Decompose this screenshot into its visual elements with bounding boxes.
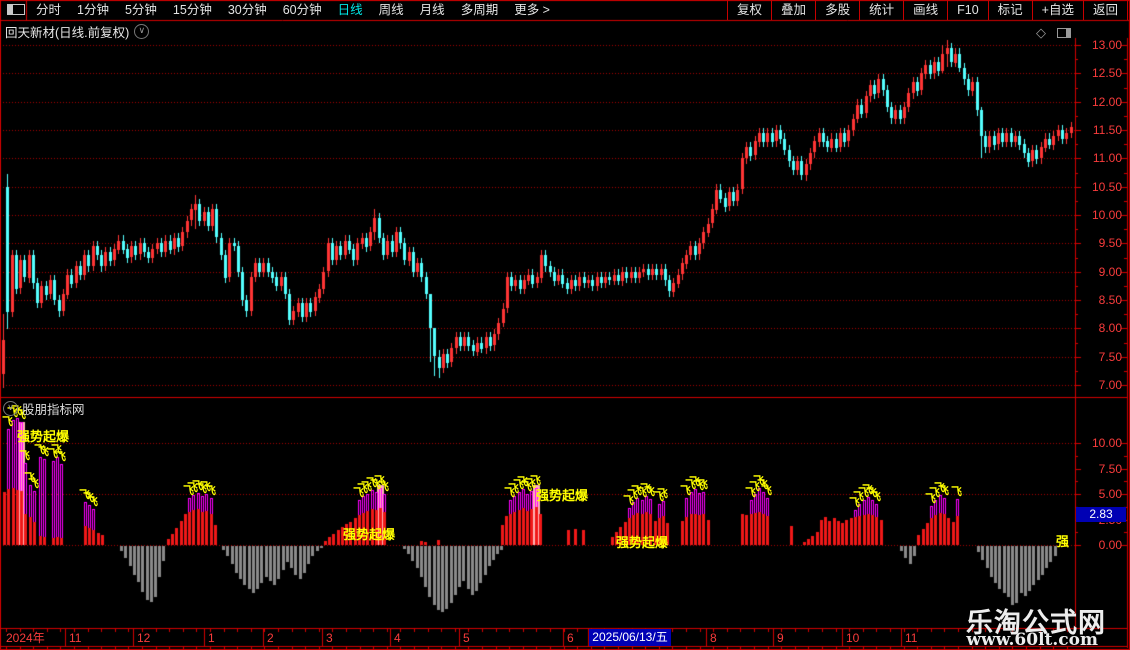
toolbar-item[interactable]: 月线 (412, 0, 453, 20)
diamond-icon[interactable]: ◇ (1036, 25, 1046, 41)
price-axis-label: 13.00 (1091, 38, 1122, 52)
price-axis-label: 8.50 (1098, 293, 1122, 307)
split-pane-icon[interactable] (1057, 28, 1071, 38)
indicator-value-tag: 2.83 (1076, 507, 1126, 522)
fly-marker: 飞 (205, 485, 216, 497)
date-label: 4 (394, 631, 401, 645)
toolbar-item[interactable]: 更多 > (506, 0, 558, 20)
chevron-down-icon[interactable]: ∨ (134, 24, 150, 39)
date-label: 1 (208, 631, 215, 645)
toolbar-item[interactable]: 1分钟 (69, 0, 117, 20)
price-axis-label: 11.50 (1092, 123, 1122, 137)
period-menu: 分时 1分钟 5分钟 15分钟 30分钟 60分钟 日线 周线 月线 多周期 更多 > (28, 0, 558, 20)
signal-label: 强势起爆 (616, 535, 669, 550)
date-label: 8 (710, 631, 717, 645)
indicator-title: 股朋指标网 (22, 403, 85, 417)
chart-canvas[interactable] (0, 0, 1130, 650)
date-label: 12 (137, 631, 151, 645)
date-label: 6 (567, 631, 574, 645)
date-label: 11 (69, 631, 82, 645)
toolbar-item[interactable]: 30分钟 (220, 0, 275, 20)
date-label: 5 (463, 631, 470, 645)
cursor-date-tag: 2025/06/13/五 (589, 629, 671, 646)
fly-marker: 飞 (870, 491, 881, 503)
toolbar-item[interactable]: 标记 (987, 0, 1032, 20)
toolbar-item[interactable]: +自选 (1031, 0, 1083, 20)
toolbar-item[interactable]: 多周期 (453, 0, 507, 20)
indicator-axis-label: 7.50 (1098, 462, 1122, 476)
date-label: 9 (777, 631, 784, 645)
toolbar-item[interactable]: 周线 (371, 0, 412, 20)
toolbar-item[interactable]: 多股 (815, 0, 859, 20)
indicator-axis-label: 5.00 (1098, 487, 1122, 501)
indicator-axis-label: 0.00 (1098, 538, 1122, 552)
toolbar-item[interactable]: 统计 (859, 0, 903, 20)
price-axis-label: 7.00 (1098, 378, 1122, 392)
toolbar-item[interactable]: 画线 (903, 0, 947, 20)
fly-marker: 飞 (19, 450, 30, 462)
toolbar-item[interactable]: 日线 (330, 0, 371, 20)
date-label: 3 (326, 631, 333, 645)
indicator-header: ∨ 股朋指标网 (3, 399, 85, 418)
toolbar-item[interactable]: 叠加 (771, 0, 815, 20)
date-label: 2024年 (6, 631, 45, 645)
action-menu: 复权 叠加 多股 统计 画线 F10 标记 +自选 返回 (727, 0, 1128, 20)
toolbar-item[interactable]: 60分钟 (275, 0, 330, 20)
price-axis-label: 11.00 (1092, 151, 1122, 165)
toolbar-item[interactable]: 5分钟 (117, 0, 165, 20)
signal-label: 强势起爆 (536, 488, 589, 503)
price-axis-label: 12.00 (1091, 95, 1122, 109)
price-axis-label: 9.00 (1098, 265, 1122, 279)
fly-marker: 飞 (951, 486, 962, 498)
indicator-axis-label: 10.00 (1091, 436, 1122, 450)
toolbar-item[interactable]: F10 (947, 0, 988, 20)
signal-label: 强 (1056, 534, 1070, 549)
toolbar-item[interactable]: 15分钟 (165, 0, 220, 20)
fly-marker: 飞 (530, 475, 541, 487)
layout-icon[interactable] (7, 4, 25, 15)
watermark-line2: www.60lt.com (966, 630, 1098, 650)
price-axis-label: 10.00 (1091, 208, 1122, 222)
signal-label: 强势起爆 (343, 527, 396, 542)
app-window: 分时 1分钟 5分钟 15分钟 30分钟 60分钟 日线 周线 月线 多周期 更多 > 复权 叠加 多股… (0, 0, 1130, 650)
toolbar: 分时 1分钟 5分钟 15分钟 30分钟 60分钟 日线 周线 月线 多周期 更多 > 复权 叠加 多股… (0, 0, 1130, 20)
title-row: 回天新材(日线.前复权) ∨ (5, 22, 150, 41)
fly-marker: 飞 (55, 451, 66, 463)
page-title: 回天新材(日线.前复权) (5, 26, 130, 40)
fly-marker: 飞 (657, 488, 668, 500)
chevron-down-icon[interactable]: ∨ (3, 401, 18, 416)
toolbar-item[interactable]: 分时 (28, 0, 69, 20)
price-axis-label: 8.00 (1098, 321, 1122, 335)
toolbar-item[interactable]: 复权 (727, 0, 771, 20)
date-label: 2 (267, 631, 274, 645)
fly-marker: 飞 (697, 479, 708, 491)
fly-marker: 飞 (87, 496, 98, 508)
fly-marker: 飞 (378, 481, 389, 493)
toolbar-item[interactable]: 返回 (1082, 0, 1128, 20)
fly-marker: 飞 (938, 485, 949, 497)
fly-marker: 飞 (761, 485, 772, 497)
price-axis-label: 7.50 (1098, 350, 1122, 364)
date-label: 11 (905, 631, 918, 645)
price-axis-label: 9.50 (1098, 236, 1122, 250)
fly-marker: 飞 (28, 478, 39, 490)
price-axis-label: 10.50 (1091, 180, 1122, 194)
price-axis-label: 12.50 (1091, 66, 1122, 80)
date-label: 10 (846, 631, 860, 645)
